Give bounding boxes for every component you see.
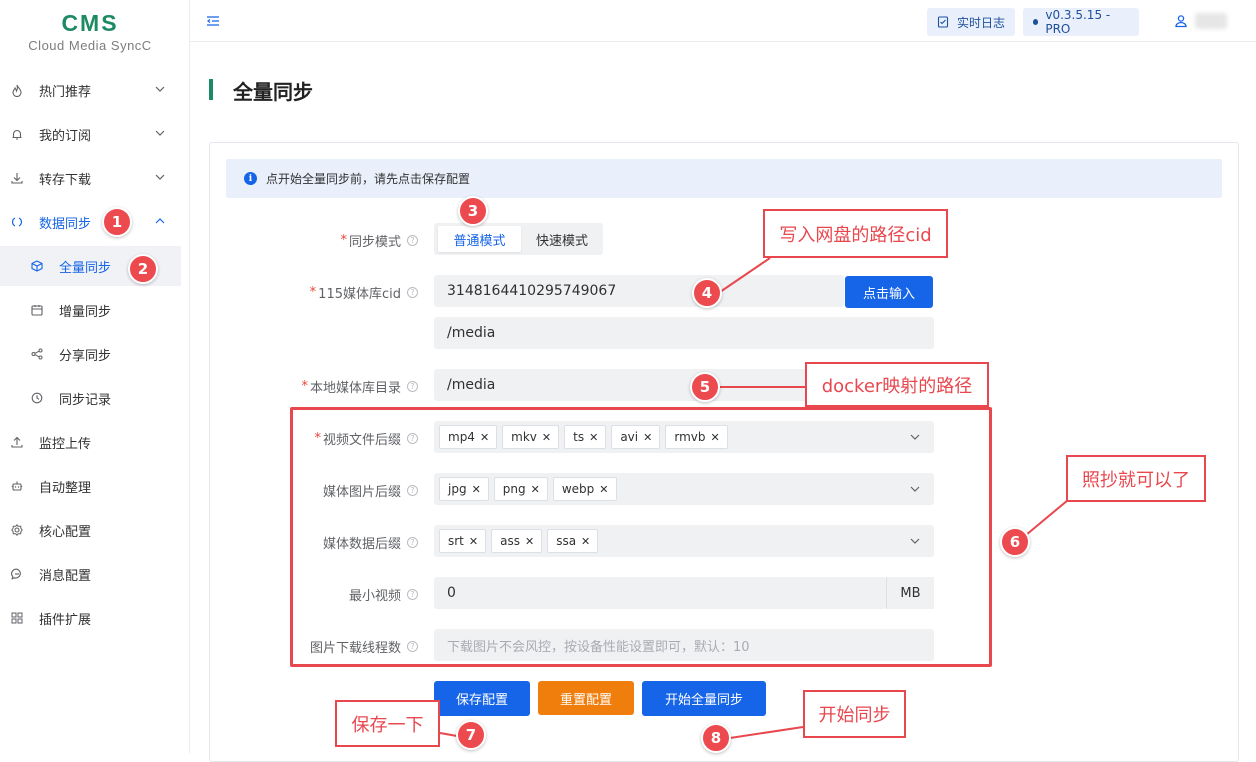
callout-save: 保存一下 <box>335 700 440 747</box>
log-icon <box>937 16 949 28</box>
sync-icon <box>10 215 24 229</box>
sidebar-item-label: 消息配置 <box>39 568 92 584</box>
local-dir-label-text: 本地媒体库目录 <box>309 381 401 396</box>
sidebar-subitem-label: 全量同步 <box>59 260 112 276</box>
sidebar-item-label: 数据同步 <box>39 216 92 232</box>
bell-icon <box>10 127 24 141</box>
step-badge-2: 2 <box>128 254 158 284</box>
sidebar-subitem-share-sync[interactable]: 分享同步 <box>0 334 181 374</box>
reset-button[interactable]: 重置配置 <box>538 681 634 715</box>
history-icon <box>30 391 44 405</box>
sidebar-subitem-label: 同步记录 <box>59 392 112 408</box>
step-badge-5: 5 <box>690 372 720 402</box>
cid-label-text: 115媒体库cid <box>318 287 401 302</box>
sidebar-item-hot[interactable]: 热门推荐 <box>0 70 181 110</box>
page-title-accent <box>209 79 213 100</box>
sidebar-item-label: 插件扩展 <box>39 612 92 628</box>
required-mark: * <box>309 285 317 300</box>
start-sync-button[interactable]: 开始全量同步 <box>642 681 766 716</box>
sidebar-item-message-config[interactable]: 消息配置 <box>0 554 181 594</box>
page-title: 全量同步 <box>233 80 313 104</box>
sidebar-item-download[interactable]: 转存下载 <box>0 158 181 198</box>
callout-copy: 照抄就可以了 <box>1066 455 1206 502</box>
help-icon[interactable]: ? <box>407 381 418 392</box>
user-name-blurred[interactable] <box>1195 13 1227 29</box>
upload-icon <box>10 435 24 449</box>
sidebar-item-label: 核心配置 <box>39 524 92 540</box>
realtime-log-label: 实时日志 <box>957 15 1006 30</box>
cube-icon <box>30 259 44 273</box>
info-alert-text: 点开始全量同步前，请先点击保存配置 <box>266 172 471 186</box>
step-badge-6: 6 <box>1000 527 1030 557</box>
version-badge: v0.3.5.15 - PRO <box>1023 8 1139 36</box>
chevron-down-icon <box>155 174 165 180</box>
cid-input[interactable]: 3148164410295749067 <box>434 275 844 307</box>
info-alert: i 点开始全量同步前，请先点击保存配置 <box>226 159 1222 198</box>
step-badge-8: 8 <box>701 723 731 753</box>
help-icon[interactable]: ? <box>407 235 418 246</box>
calendar-icon <box>30 303 44 317</box>
chat-icon <box>10 567 24 581</box>
sidebar-item-plugins[interactable]: 插件扩展 <box>0 598 181 638</box>
callout-docker-path: docker映射的路径 <box>805 362 989 407</box>
help-icon[interactable]: ? <box>407 287 418 298</box>
sync-mode-fast[interactable]: 快速模式 <box>523 226 601 252</box>
sync-mode-normal[interactable]: 普通模式 <box>438 226 521 252</box>
step-badge-3: 3 <box>458 196 488 226</box>
download-icon <box>10 171 24 185</box>
sync-mode-segmented: 普通模式 快速模式 <box>434 223 603 255</box>
sidebar-subitem-sync-history[interactable]: 同步记录 <box>0 378 181 418</box>
step-badge-1: 1 <box>102 207 132 237</box>
sidebar-item-auto-organize[interactable]: 自动整理 <box>0 466 181 506</box>
sidebar-item-data-sync[interactable]: 数据同步 <box>0 202 181 242</box>
grid-icon <box>10 611 24 625</box>
step-badge-7: 7 <box>456 720 486 750</box>
cid-path-display: /media <box>434 317 934 349</box>
robot-icon <box>10 479 24 493</box>
required-mark: * <box>301 379 308 394</box>
sidebar-subitem-incremental-sync[interactable]: 增量同步 <box>0 290 181 330</box>
user-icon[interactable] <box>1174 14 1188 28</box>
sidebar-item-label: 热门推荐 <box>39 84 92 100</box>
callout-start: 开始同步 <box>803 690 906 738</box>
callout-cid: 写入网盘的路径cid <box>763 209 948 258</box>
sidebar-subitem-label: 分享同步 <box>59 348 112 364</box>
chevron-down-icon <box>155 130 165 136</box>
gear-icon <box>10 523 24 537</box>
sidebar-item-core-config[interactable]: 核心配置 <box>0 510 181 550</box>
local-dir-label: * 本地媒体库目录 ? <box>301 377 418 396</box>
sidebar-item-label: 自动整理 <box>39 480 92 496</box>
cid-label: * 115媒体库cid ? <box>310 283 418 302</box>
share-icon <box>30 347 44 361</box>
brand-subtitle: Cloud Media SyncC <box>28 38 152 53</box>
click-input-button[interactable]: 点击输入 <box>845 276 933 308</box>
required-mark: * <box>340 233 347 248</box>
sidebar-item-label: 转存下载 <box>39 172 92 188</box>
save-button[interactable]: 保存配置 <box>434 681 530 716</box>
sidebar-subitem-label: 增量同步 <box>59 304 112 320</box>
highlight-box <box>290 407 992 667</box>
brand-name: CMS <box>61 10 119 36</box>
sidebar: CMS Cloud Media SyncC 热门推荐 我的订阅 转存下载 数据同… <box>0 0 190 753</box>
sync-mode-label-text: 同步模式 <box>348 235 401 250</box>
menu-collapse-icon[interactable] <box>206 14 220 28</box>
version-label: v0.3.5.15 - PRO <box>1045 8 1111 36</box>
fire-icon <box>10 83 24 97</box>
sync-mode-label: * 同步模式 ? <box>340 231 418 250</box>
sidebar-item-label: 我的订阅 <box>39 128 92 144</box>
status-dot <box>1033 19 1039 25</box>
sidebar-item-monitor-upload[interactable]: 监控上传 <box>0 422 181 462</box>
chevron-down-icon <box>155 86 165 92</box>
chevron-up-icon <box>155 218 165 224</box>
step-badge-4: 4 <box>692 278 722 308</box>
top-header: 实时日志 v0.3.5.15 - PRO <box>190 0 1256 42</box>
info-icon: i <box>244 172 257 185</box>
sidebar-item-subscriptions[interactable]: 我的订阅 <box>0 114 181 154</box>
sidebar-item-label: 监控上传 <box>39 436 92 452</box>
logo: CMS Cloud Media SyncC <box>0 10 180 53</box>
realtime-log-button[interactable]: 实时日志 <box>927 8 1015 36</box>
